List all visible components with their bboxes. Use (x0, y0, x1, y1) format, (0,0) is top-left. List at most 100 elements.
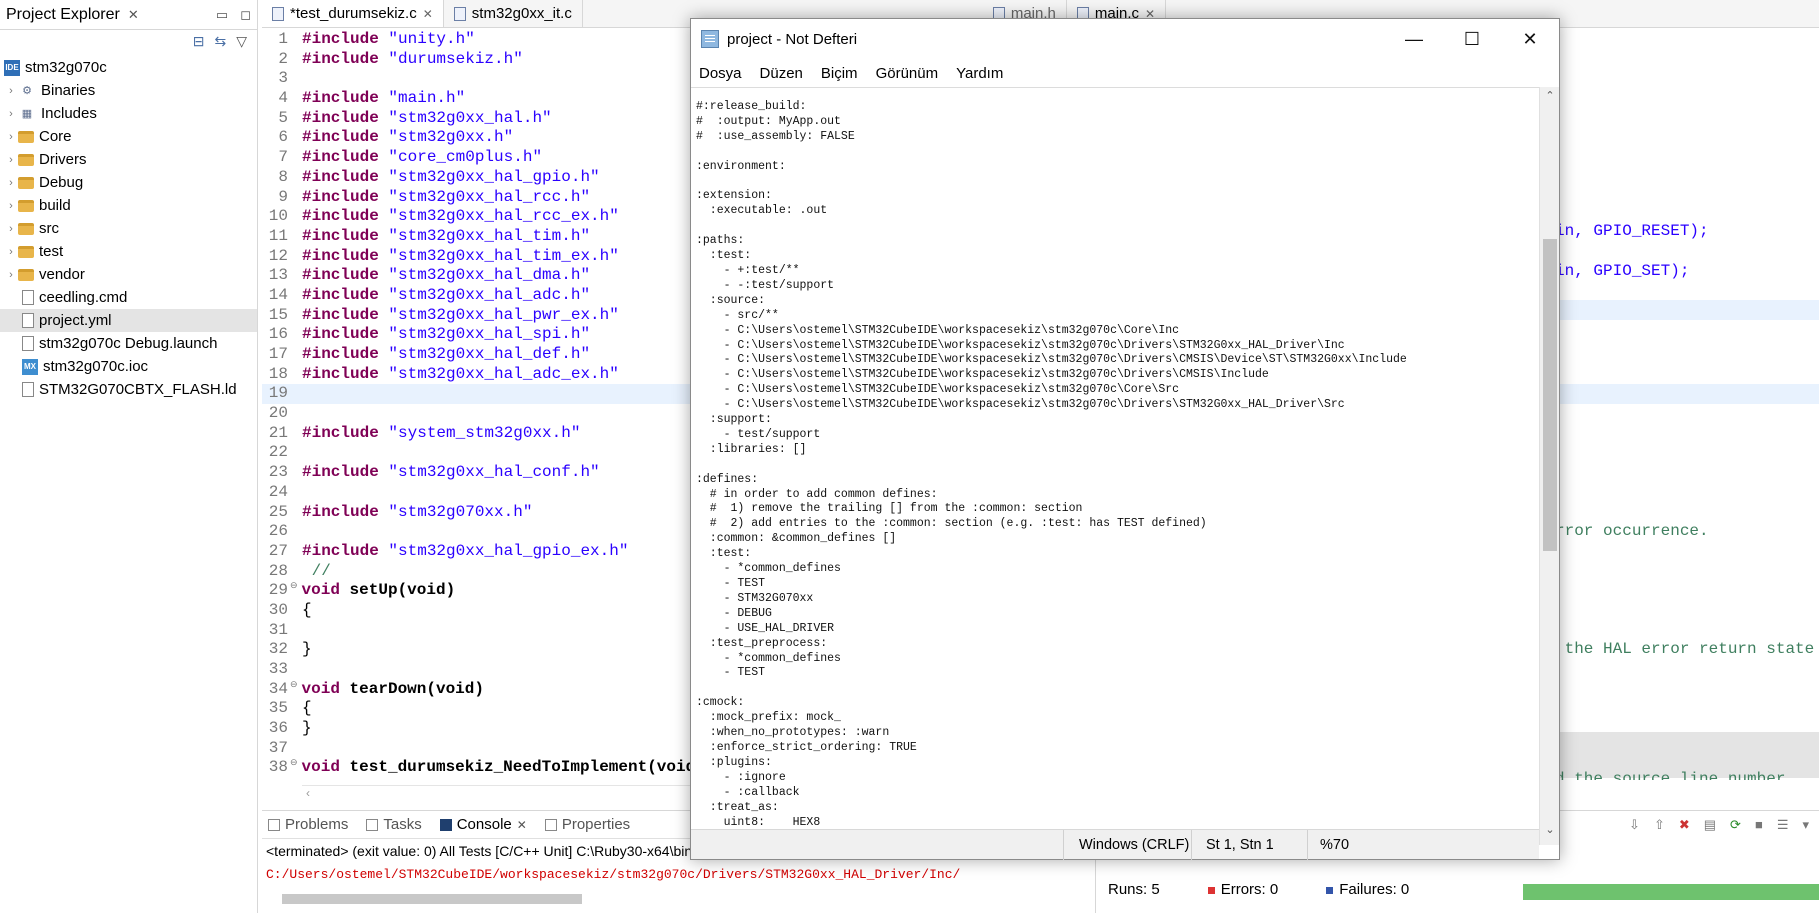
scroll-down-icon[interactable]: ⌄ (1540, 823, 1560, 843)
close-icon[interactable]: ✕ (423, 7, 433, 21)
collapse-all-icon[interactable]: ⊟ (193, 33, 205, 50)
previous-failure-icon[interactable]: ⇧ (1654, 817, 1665, 833)
tab-problems[interactable]: Problems (268, 816, 348, 833)
menu-duzen[interactable]: Düzen (760, 65, 803, 82)
chevron-right-icon[interactable]: › (4, 246, 18, 258)
tree-item-file[interactable]: STM32G070CBTX_FLASH.ld (0, 378, 257, 401)
string-literal: "stm32g0xx_hal_tim.h" (378, 226, 591, 245)
chevron-right-icon[interactable]: › (4, 269, 18, 281)
history-icon[interactable]: ☰ (1777, 817, 1789, 833)
close-icon[interactable]: ✕ (128, 7, 139, 23)
next-failure-icon[interactable]: ⇩ (1629, 817, 1640, 833)
fold-icon[interactable]: ⊖ (290, 680, 298, 700)
code-text: #include "stm32g0xx_hal_rcc.h" (294, 188, 590, 208)
test-toolbar-icons: ⇩ ⇧ ✖ ▤ ⟳ ■ ☰ ▾ (1629, 817, 1809, 833)
properties-icon (544, 818, 557, 831)
chevron-right-icon[interactable]: › (4, 154, 18, 166)
c-file-icon (453, 6, 466, 21)
fold-icon[interactable]: ⊖ (290, 758, 298, 778)
tab-console[interactable]: Console ✕ (439, 816, 527, 833)
project-explorer-tab[interactable]: Project Explorer ✕ ▭ ◻ (0, 0, 257, 30)
maximize-view-icon[interactable]: ◻ (240, 7, 251, 23)
tab-label: Problems (285, 816, 349, 833)
line-ending-status: Windows (CRLF) (1079, 837, 1190, 853)
menu-dosya[interactable]: Dosya (699, 65, 742, 82)
tree-item-folder[interactable]: › vendor (0, 263, 257, 286)
tab-test-durumsekiz[interactable]: *test_durumsekiz.c ✕ (262, 0, 444, 27)
window-title: project - Not Defteri (727, 30, 858, 48)
line-number: 7 (278, 148, 288, 167)
code-text: // (294, 562, 331, 582)
minimize-button[interactable]: — (1385, 19, 1443, 59)
line-number: 18 (268, 364, 288, 383)
tree-item-file[interactable]: ceedling.cmd (0, 286, 257, 309)
tree-item-folder[interactable]: › Core (0, 125, 257, 148)
tree-item-folder[interactable]: › Drivers (0, 148, 257, 171)
rerun-icon[interactable]: ⟳ (1730, 817, 1741, 833)
chevron-right-icon[interactable]: › (4, 200, 18, 212)
link-with-editor-icon[interactable]: ⇆ (214, 33, 226, 50)
menu-gorunum[interactable]: Görünüm (876, 65, 939, 82)
minimize-view-icon[interactable]: ▭ (216, 7, 228, 23)
chevron-right-icon[interactable]: › (4, 108, 18, 120)
chevron-right-icon[interactable]: › (4, 223, 18, 235)
show-failures-icon[interactable]: ✖ (1679, 817, 1690, 833)
close-icon[interactable]: ✕ (517, 818, 527, 832)
tree-item-label: src (39, 220, 59, 237)
tree-item-file[interactable]: stm32g070c Debug.launch (0, 332, 257, 355)
tree-item-file[interactable]: MX stm32g070c.ioc (0, 355, 257, 378)
error-icon (1207, 886, 1215, 894)
notepad-vertical-scrollbar[interactable]: ⌃ ⌄ (1539, 87, 1559, 845)
menu-bicim[interactable]: Biçim (821, 65, 858, 82)
fold-icon[interactable]: ⊖ (290, 581, 298, 601)
code-text: #include "stm32g0xx.h" (294, 128, 513, 148)
line-number: 14 (268, 285, 288, 304)
tree-item-folder[interactable]: › ⚙ Binaries (0, 79, 257, 102)
close-button[interactable]: ✕ (1501, 19, 1559, 59)
tree-item-folder[interactable]: › test (0, 240, 257, 263)
code-text: #include "stm32g0xx_hal.h" (294, 109, 552, 129)
menu-yardim[interactable]: Yardım (956, 65, 1003, 82)
view-controls: ▭ ◻ (216, 7, 251, 23)
maximize-button[interactable]: ☐ (1443, 19, 1501, 59)
code-text: #include "stm32g0xx_hal_def.h" (294, 345, 590, 365)
scrollbar-thumb[interactable] (1543, 239, 1557, 551)
chevron-right-icon[interactable]: › (4, 131, 18, 143)
stop-icon[interactable]: ■ (1755, 817, 1763, 833)
keyword: #include (302, 226, 379, 245)
tree-item-folder[interactable]: › src (0, 217, 257, 240)
tree-item-project[interactable]: IDE stm32g070c (0, 56, 257, 79)
notepad-title-bar[interactable]: project - Not Defteri — ☐ ✕ (691, 19, 1559, 59)
tree-item-label: project.yml (39, 312, 112, 329)
keyword: void (301, 758, 340, 777)
tree-item-label: Includes (41, 105, 97, 122)
tab-stm32g0xx-it[interactable]: stm32g0xx_it.c (444, 0, 583, 27)
project-explorer-panel: Project Explorer ✕ ▭ ◻ ⊟ ⇆ ▽ IDE stm32g0… (0, 0, 258, 913)
console-horizontal-scrollbar[interactable] (262, 891, 1092, 907)
string-literal: "main.h" (378, 89, 466, 108)
code-text: #include "stm32g0xx_hal_adc.h" (294, 286, 590, 306)
tab-label: stm32g0xx_it.c (471, 5, 572, 22)
scroll-lock-icon[interactable]: ▤ (1704, 817, 1716, 833)
chevron-right-icon[interactable]: › (4, 177, 18, 189)
code-token: } (302, 640, 312, 659)
notepad-text-area[interactable]: #:release_build: # :output: MyApp.out # … (691, 87, 1539, 845)
tree-item-folder[interactable]: › build (0, 194, 257, 217)
scrollbar-thumb[interactable] (282, 894, 582, 904)
tab-properties[interactable]: Properties (544, 816, 630, 833)
tree-item-folder[interactable]: › ▦ Includes (0, 102, 257, 125)
tree-item-folder[interactable]: › Debug (0, 171, 257, 194)
keyword: #include (302, 502, 379, 521)
scroll-up-icon[interactable]: ⌃ (1540, 89, 1560, 109)
line-number: 27 (268, 541, 288, 560)
view-menu-icon[interactable]: ▽ (236, 33, 247, 50)
code-text: #include "stm32g0xx_hal_conf.h" (294, 463, 600, 483)
tab-tasks[interactable]: Tasks (366, 816, 422, 833)
chevron-right-icon[interactable]: › (4, 85, 18, 97)
view-menu-icon[interactable]: ▾ (1802, 817, 1809, 833)
tree-item-file[interactable]: project.yml (0, 309, 257, 332)
